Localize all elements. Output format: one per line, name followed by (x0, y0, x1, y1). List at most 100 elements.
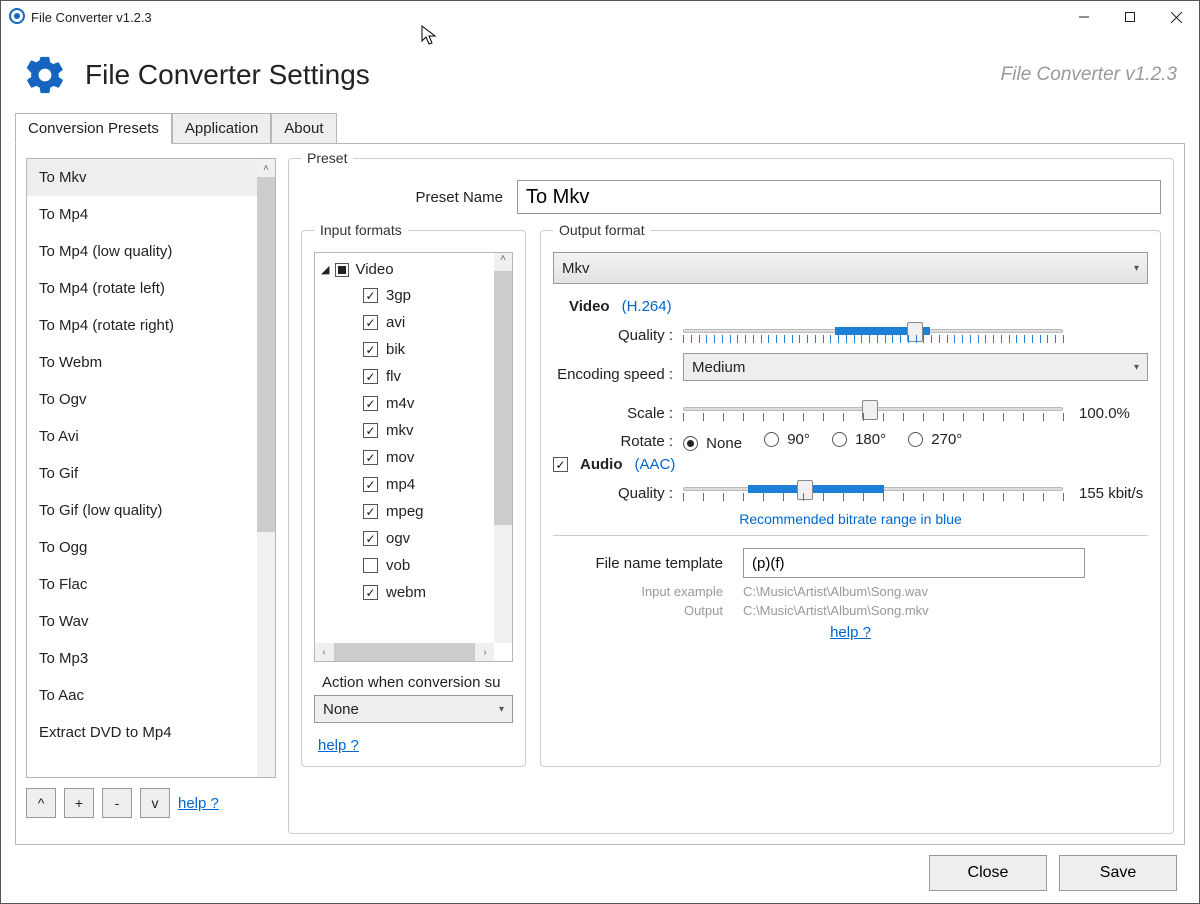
video-quality-slider[interactable] (683, 321, 1063, 349)
close-button[interactable]: Close (929, 855, 1047, 891)
preset-item[interactable]: To Flac (27, 566, 257, 603)
format-item[interactable]: ✓3gp (321, 282, 494, 309)
preset-item[interactable]: To Aac (27, 677, 257, 714)
footer: Close Save (1, 855, 1199, 903)
action-on-success-value: None (323, 701, 359, 718)
encoding-speed-combo[interactable]: Medium ▾ (683, 353, 1148, 381)
scale-slider[interactable] (683, 399, 1063, 427)
format-checkbox[interactable]: ✓ (363, 423, 378, 438)
radio-icon[interactable] (683, 436, 698, 451)
chevron-up-icon[interactable]: ˄ (494, 253, 512, 271)
preset-item[interactable]: To Wav (27, 603, 257, 640)
preset-item[interactable]: To Mp4 (27, 196, 257, 233)
preset-item[interactable]: Extract DVD to Mp4 (27, 714, 257, 751)
audio-quality-label: Quality : (553, 485, 683, 502)
remove-preset-button[interactable]: - (102, 788, 132, 818)
preset-item[interactable]: To Mp3 (27, 640, 257, 677)
input-example-value: C:\Music\Artist\Album\Song.wav (743, 584, 928, 599)
format-checkbox[interactable]: ✓ (363, 504, 378, 519)
format-checkbox[interactable]: ✓ (363, 315, 378, 330)
input-example-label: Input example (553, 584, 743, 599)
chevron-up-icon[interactable]: ˄ (257, 159, 275, 177)
format-item[interactable]: ✓flv (321, 363, 494, 390)
format-checkbox[interactable]: ✓ (363, 450, 378, 465)
format-item[interactable]: vob (321, 552, 494, 579)
format-item[interactable]: ✓ mkv (321, 417, 494, 444)
format-checkbox[interactable]: ✓ (363, 585, 378, 600)
video-quality-label: Quality : (553, 327, 683, 344)
scrollbar-thumb[interactable] (494, 271, 512, 525)
rotate-option[interactable]: 180° (832, 431, 886, 448)
format-item[interactable]: ✓webm (321, 579, 494, 606)
format-checkbox[interactable]: ✓ (363, 531, 378, 546)
format-item[interactable]: ✓ogv (321, 525, 494, 552)
preset-item[interactable]: To Mkv (27, 159, 257, 196)
chevron-left-icon[interactable]: ‹ (315, 647, 333, 658)
window-title: File Converter v1.2.3 (31, 10, 152, 25)
minimize-button[interactable] (1061, 1, 1107, 33)
format-item[interactable]: ✓mp4 (321, 471, 494, 498)
format-item[interactable]: ✓bik (321, 336, 494, 363)
preset-item[interactable]: To Mp4 (rotate right) (27, 307, 257, 344)
close-button[interactable] (1153, 1, 1199, 33)
preset-list-scrollbar[interactable]: ˄ (257, 159, 275, 777)
input-formats-tree[interactable]: ◢ Video ✓3gp✓avi✓bik✓flv✓m4v✓mkv✓mov✓mp4… (314, 252, 513, 662)
preset-list[interactable]: To MkvTo Mp4To Mp4 (low quality)To Mp4 (… (26, 158, 276, 778)
action-on-success-combo[interactable]: None ▾ (314, 695, 513, 723)
tree-vscrollbar[interactable]: ˄ (494, 253, 512, 643)
tab-conversion-presets[interactable]: Conversion Presets (15, 113, 172, 144)
format-label: mkv (386, 422, 414, 439)
radio-icon[interactable] (832, 432, 847, 447)
output-example-label: Output (553, 603, 743, 618)
tree-hscrollbar[interactable]: ‹ › (315, 643, 494, 661)
scrollbar-thumb[interactable] (257, 177, 275, 532)
tree-parent-video[interactable]: ◢ Video (321, 259, 494, 282)
radio-icon[interactable] (908, 432, 923, 447)
preset-item[interactable]: To Avi (27, 418, 257, 455)
rotate-option[interactable]: None (683, 435, 742, 452)
format-checkbox[interactable]: ✓ (363, 288, 378, 303)
format-checkbox[interactable] (363, 558, 378, 573)
template-help-link[interactable]: help ? (830, 624, 871, 641)
preset-name-input[interactable] (517, 180, 1161, 214)
add-preset-button[interactable]: + (64, 788, 94, 818)
tab-about[interactable]: About (271, 113, 336, 144)
format-checkbox[interactable]: ✓ (363, 342, 378, 357)
radio-icon[interactable] (764, 432, 779, 447)
format-item[interactable]: ✓mov (321, 444, 494, 471)
output-format-combo[interactable]: Mkv ▾ (553, 252, 1148, 284)
input-formats-help-link[interactable]: help ? (318, 737, 359, 754)
audio-quality-slider[interactable] (683, 479, 1063, 507)
page-title: File Converter Settings (85, 59, 370, 91)
presets-help-link[interactable]: help ? (178, 795, 219, 812)
maximize-button[interactable] (1107, 1, 1153, 33)
tri-state-checkbox[interactable] (335, 263, 349, 277)
rotate-option[interactable]: 270° (908, 431, 962, 448)
preset-item[interactable]: To Ogg (27, 529, 257, 566)
file-name-template-input[interactable] (743, 548, 1085, 578)
format-checkbox[interactable]: ✓ (363, 396, 378, 411)
tab-application[interactable]: Application (172, 113, 271, 144)
preset-item[interactable]: To Ogv (27, 381, 257, 418)
preset-item[interactable]: To Webm (27, 344, 257, 381)
format-item[interactable]: ✓mpeg (321, 498, 494, 525)
preset-item[interactable]: To Mp4 (low quality) (27, 233, 257, 270)
save-button[interactable]: Save (1059, 855, 1177, 891)
format-item[interactable]: ✓m4v (321, 390, 494, 417)
audio-enable-checkbox[interactable]: ✓ (553, 457, 568, 472)
preset-item[interactable]: To Mp4 (rotate left) (27, 270, 257, 307)
preset-item[interactable]: To Gif (low quality) (27, 492, 257, 529)
chevron-right-icon[interactable]: › (476, 647, 494, 658)
chevron-down-icon: ▾ (499, 704, 504, 715)
format-checkbox[interactable]: ✓ (363, 369, 378, 384)
format-checkbox[interactable]: ✓ (363, 477, 378, 492)
format-item[interactable]: ✓avi (321, 309, 494, 336)
move-down-button[interactable]: v (140, 788, 170, 818)
titlebar: File Converter v1.2.3 (1, 1, 1199, 33)
rotate-option-label: 180° (855, 431, 886, 448)
preset-item[interactable]: To Gif (27, 455, 257, 492)
rotate-option[interactable]: 90° (764, 431, 810, 448)
move-up-button[interactable]: ^ (26, 788, 56, 818)
tree-collapse-icon[interactable]: ◢ (321, 263, 329, 276)
scrollbar-thumb[interactable] (334, 643, 475, 661)
